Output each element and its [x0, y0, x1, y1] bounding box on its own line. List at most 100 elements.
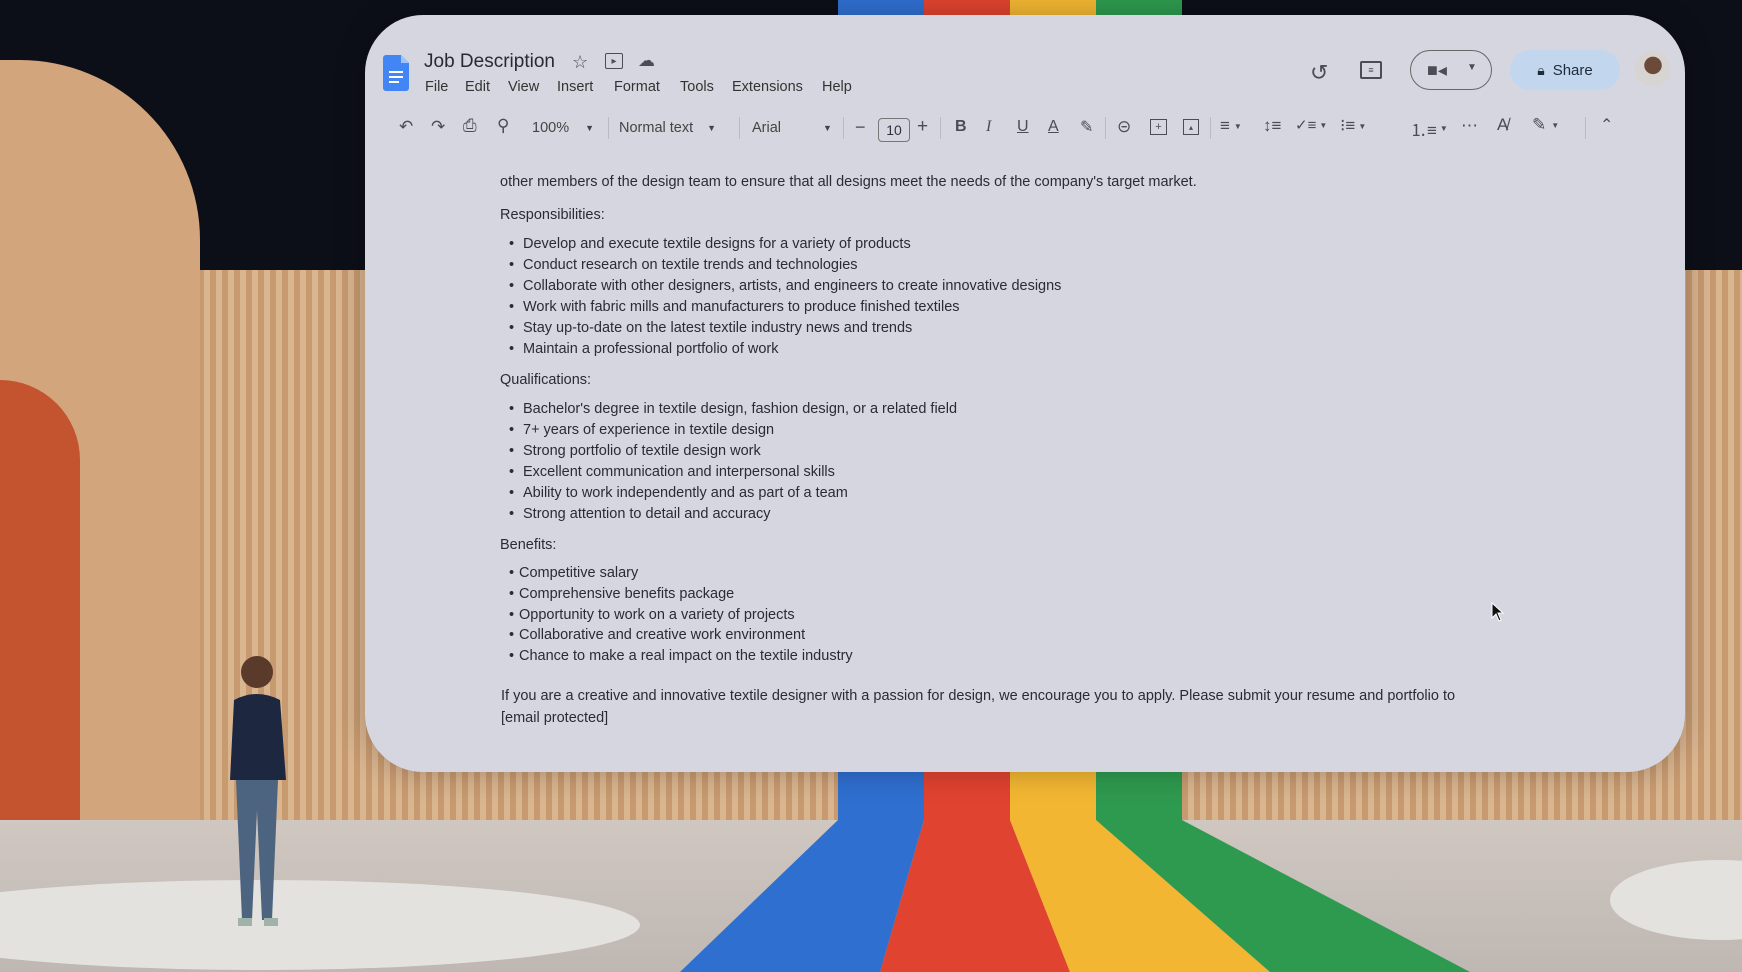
bullet-icon: •	[509, 484, 515, 501]
menu-file[interactable]: File	[425, 79, 448, 95]
docs-logo-icon[interactable]	[383, 55, 409, 91]
undo-icon[interactable]: ↶	[399, 117, 413, 137]
google-docs-window: Job Description ☆ ▸ ☁ File Edit View Ins…	[365, 15, 1685, 772]
avatar[interactable]	[1635, 51, 1671, 87]
zoom-select[interactable]: 100% ▼	[532, 115, 594, 141]
numbered-list-icon[interactable]: ⒈≡ ▼	[1410, 116, 1448, 141]
list-item: Maintain a professional portfolio of wor…	[523, 340, 779, 357]
bold-icon[interactable]: B	[955, 118, 967, 136]
font-value: Arial	[752, 120, 782, 136]
bullet-icon: •	[509, 627, 515, 644]
closing-paragraph-line1: If you are a creative and innovative tex…	[501, 688, 1456, 704]
paint-format-icon[interactable]: ⚲	[497, 116, 509, 136]
bullet-icon: •	[509, 298, 515, 315]
collapse-toolbar-icon[interactable]: ⌃	[1600, 115, 1613, 135]
chevron-down-icon: ▼	[585, 123, 595, 133]
list-item: Strong portfolio of textile design work	[523, 442, 761, 459]
list-item: Conduct research on textile trends and t…	[523, 256, 858, 273]
underline-icon[interactable]: U	[1017, 118, 1029, 136]
meet-button[interactable]: ■◂ ▼	[1410, 50, 1492, 90]
responsibilities-heading: Responsibilities:	[500, 207, 605, 223]
bullet-icon: •	[509, 442, 515, 459]
divider	[1585, 117, 1586, 139]
divider	[843, 117, 844, 139]
list-item: Develop and execute textile designs for …	[523, 236, 911, 252]
align-icon[interactable]: ≡ ▼	[1220, 116, 1242, 136]
bullet-icon: •	[509, 401, 515, 417]
menu-view[interactable]: View	[508, 79, 539, 95]
bullet-icon: •	[509, 463, 515, 480]
bulleted-list-icon[interactable]: ⁝≡ ▼	[1340, 116, 1366, 136]
increase-font-size-icon[interactable]: +	[917, 116, 928, 138]
list-item: Strong attention to detail and accuracy	[523, 505, 771, 522]
link-icon[interactable]: ⊝	[1117, 117, 1131, 137]
divider	[739, 117, 740, 139]
italic-icon[interactable]: I	[986, 118, 991, 136]
share-label: Share	[1552, 61, 1593, 79]
star-icon[interactable]: ☆	[572, 52, 588, 73]
menu-extensions[interactable]: Extensions	[732, 79, 803, 95]
menu-tools[interactable]: Tools	[680, 79, 714, 95]
cloud-status-icon[interactable]: ☁	[638, 51, 655, 71]
chevron-down-icon: ▼	[823, 123, 832, 133]
insert-image-icon[interactable]: ▴	[1183, 119, 1199, 135]
decrease-font-size-icon[interactable]: −	[855, 117, 866, 138]
highlight-icon[interactable]: ✎	[1080, 117, 1093, 137]
menu-insert[interactable]: Insert	[557, 79, 593, 95]
divider	[1105, 117, 1106, 139]
bullet-icon: •	[509, 319, 515, 336]
font-select[interactable]: Arial ▼	[752, 115, 832, 141]
divider	[940, 117, 941, 139]
intro-text: other members of the design team to ensu…	[500, 174, 1197, 190]
line-spacing-icon[interactable]: ↕≡	[1263, 116, 1281, 136]
list-item: Stay up-to-date on the latest textile in…	[523, 319, 913, 336]
list-item: Excellent communication and interpersona…	[523, 463, 835, 480]
list-item: Ability to work independently and as par…	[523, 484, 848, 501]
qualifications-heading: Qualifications:	[500, 372, 592, 388]
divider	[608, 117, 609, 139]
spellcheck-icon[interactable]: A̸	[1497, 115, 1508, 135]
mouse-cursor-icon	[1491, 602, 1505, 622]
list-item: Collaborate with other designers, artist…	[523, 277, 1062, 294]
list-item: Comprehensive benefits package	[519, 585, 735, 602]
menu-edit[interactable]: Edit	[465, 79, 490, 95]
font-size-input[interactable]: 10	[878, 118, 910, 142]
list-item: Bachelor's degree in textile design, fas…	[523, 401, 958, 417]
red-arch	[0, 380, 80, 850]
version-history-icon[interactable]: ↺	[1310, 60, 1328, 86]
move-folder-icon[interactable]: ▸	[605, 53, 623, 69]
bullet-icon: •	[509, 648, 515, 665]
bullet-icon: •	[509, 585, 515, 602]
list-item: Competitive salary	[519, 565, 639, 581]
bullet-icon: •	[509, 236, 515, 252]
lock-icon: 🔒︎	[1537, 61, 1545, 78]
style-select[interactable]: Normal text ▼	[619, 115, 716, 141]
closing-paragraph-line2[interactable]: [email protected]	[501, 710, 608, 726]
redo-icon[interactable]: ↷	[431, 117, 445, 137]
bullet-icon: •	[509, 277, 515, 294]
benefits-heading: Benefits:	[500, 537, 557, 553]
zoom-value: 100%	[532, 120, 570, 136]
list-item: Chance to make a real impact on the text…	[519, 648, 853, 665]
bullet-icon: •	[509, 421, 515, 438]
bullet-icon: •	[509, 606, 515, 623]
list-item: Work with fabric mills and manufacturers…	[523, 298, 960, 315]
menu-help[interactable]: Help	[822, 79, 852, 95]
text-color-icon[interactable]: A	[1048, 118, 1059, 136]
style-value: Normal text	[619, 120, 694, 136]
share-button[interactable]: 🔒︎ Share	[1510, 50, 1620, 90]
list-item: Collaborative and creative work environm…	[519, 627, 806, 644]
list-item: Opportunity to work on a variety of proj…	[519, 606, 795, 623]
comments-icon[interactable]: ≡	[1360, 61, 1382, 79]
menu-format[interactable]: Format	[614, 79, 660, 95]
document-title[interactable]: Job Description	[424, 51, 555, 73]
bullet-icon: •	[509, 256, 515, 273]
divider	[1210, 117, 1211, 139]
more-options-icon[interactable]: ⋯	[1461, 116, 1478, 136]
presenter	[230, 656, 286, 926]
add-comment-icon[interactable]: +	[1150, 119, 1167, 135]
bullet-icon: •	[509, 505, 515, 522]
checklist-icon[interactable]: ✓≡ ▼	[1295, 116, 1327, 134]
print-icon[interactable]: ⎙	[463, 116, 477, 136]
editing-mode-icon[interactable]: ✎ ▼	[1532, 115, 1559, 135]
